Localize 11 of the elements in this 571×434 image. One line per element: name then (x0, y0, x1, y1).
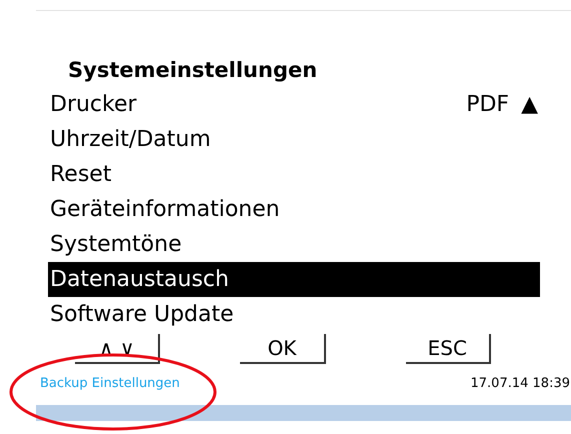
menu-item[interactable]: Reset (48, 157, 540, 192)
menu-item[interactable]: Geräteinformationen (48, 192, 540, 227)
menu-item[interactable]: Software Update (48, 297, 540, 332)
date-time: 17.07.14 18:39 (470, 376, 570, 391)
menu-item[interactable]: Uhrzeit/Datum (48, 122, 540, 157)
menu-item[interactable]: Datenaustausch (48, 262, 540, 297)
ok-button[interactable]: OK (240, 334, 326, 364)
escape-button[interactable]: ESC (406, 334, 491, 364)
menu-item[interactable]: Drucker PDF ▲ (48, 87, 540, 122)
screen-title: Systemeinstellungen (68, 57, 318, 84)
menu-item[interactable]: Systemtöne (48, 227, 540, 262)
